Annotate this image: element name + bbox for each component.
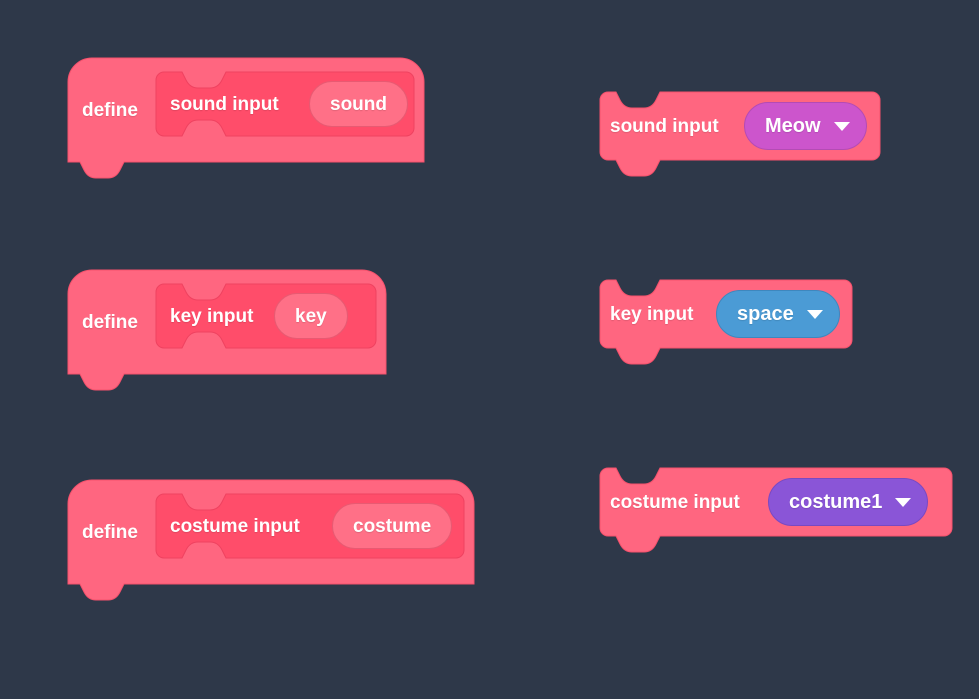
argument-reporter-label: key <box>295 305 327 327</box>
argument-reporter-sound[interactable]: sound <box>309 81 408 127</box>
costume-dropdown[interactable]: costume1 <box>768 478 929 526</box>
chevron-down-icon <box>806 309 823 319</box>
call-key-input-block[interactable]: key input space <box>599 279 853 365</box>
argument-reporter-label: costume <box>353 515 432 537</box>
sound-dropdown[interactable]: Meow <box>744 102 867 150</box>
procedure-name-label: key input <box>170 305 254 327</box>
define-key-input-block[interactable]: define key input key <box>67 269 387 402</box>
blocks-workspace: define sound input sound define key inpu… <box>0 0 979 699</box>
argument-reporter-key[interactable]: key <box>274 293 348 339</box>
define-keyword-label: define <box>82 521 138 543</box>
define-keyword-label: define <box>82 311 138 333</box>
call-procedure-label: costume input <box>610 491 740 513</box>
define-costume-input-block[interactable]: define costume input costume <box>67 479 475 612</box>
procedure-name-label: costume input <box>170 515 300 537</box>
call-costume-input-block[interactable]: costume input costume1 <box>599 467 953 553</box>
procedure-name-label: sound input <box>170 93 279 115</box>
argument-reporter-label: sound <box>330 93 387 115</box>
call-sound-input-block[interactable]: sound input Meow <box>599 91 881 177</box>
key-dropdown[interactable]: space <box>716 290 840 338</box>
call-procedure-label: sound input <box>610 115 719 137</box>
define-keyword-label: define <box>82 99 138 121</box>
define-sound-input-block[interactable]: define sound input sound <box>67 57 425 190</box>
key-dropdown-value: space <box>737 303 794 325</box>
chevron-down-icon <box>833 121 850 131</box>
sound-dropdown-value: Meow <box>765 115 821 137</box>
argument-reporter-costume[interactable]: costume <box>332 503 453 549</box>
chevron-down-icon <box>895 497 912 507</box>
call-procedure-label: key input <box>610 303 694 325</box>
costume-dropdown-value: costume1 <box>789 491 883 513</box>
